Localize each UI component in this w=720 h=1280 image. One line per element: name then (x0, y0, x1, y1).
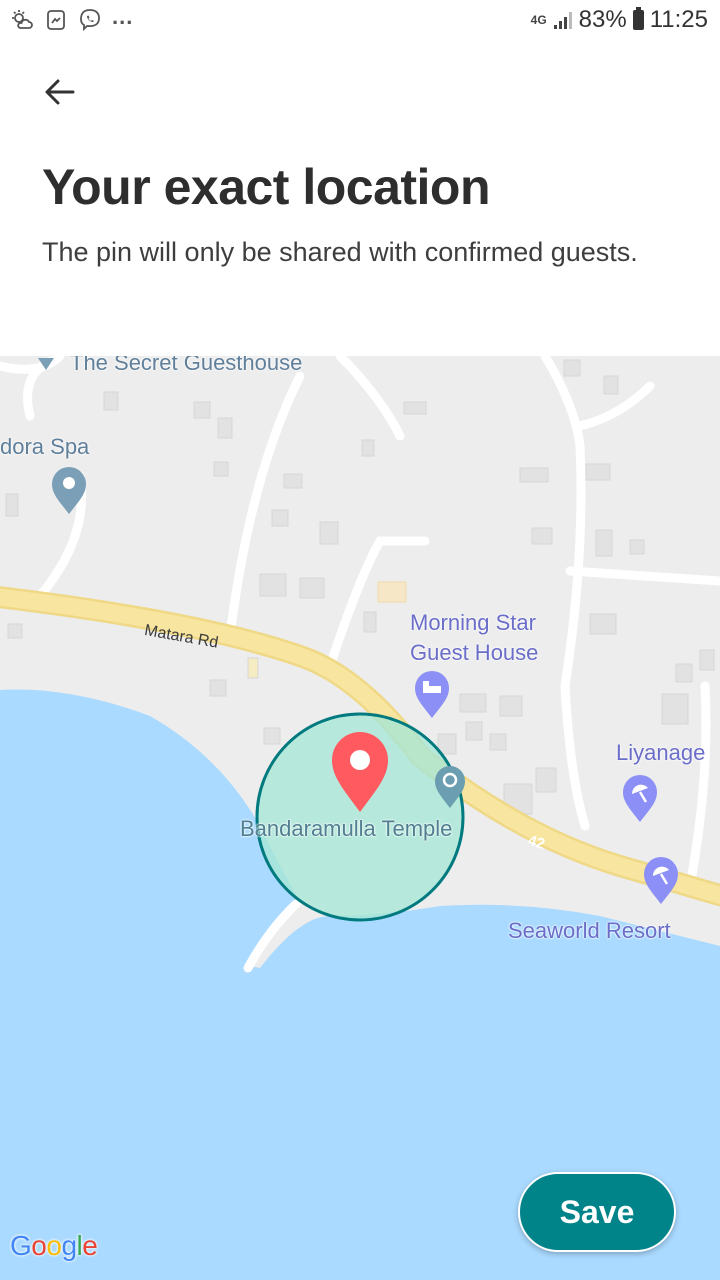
map-label-secret-guesthouse[interactable]: The Secret Guesthouse (70, 356, 302, 376)
status-left-icons: ... (10, 4, 133, 32)
google-letter-o1: o (31, 1230, 47, 1261)
map-view[interactable]: The Secret Guesthouse dora Spa Matara Rd… (0, 356, 720, 1280)
page-subtitle: The pin will only be shared with confirm… (42, 237, 638, 267)
map-label-morning-star-1[interactable]: Morning Star (410, 610, 536, 636)
screenshot-icon (47, 10, 65, 30)
back-button[interactable] (30, 64, 90, 120)
map-label-morning-star-2[interactable]: Guest House (410, 640, 538, 666)
map-label-liyanage[interactable]: Liyanage (616, 740, 705, 766)
status-right-icons: 4G 83% 11:25 (531, 6, 708, 34)
more-notifications-indicator: ... (112, 4, 134, 29)
clock: 11:25 (649, 6, 708, 33)
map-label-bandaramulla-temple[interactable]: Bandaramulla Temple (240, 816, 452, 842)
arrow-left-icon (45, 79, 75, 105)
google-letter-g1: G (10, 1230, 32, 1261)
status-bar: ... 4G 83% 11:25 (0, 0, 720, 44)
battery-percent: 83% (578, 6, 627, 33)
signal-icon (553, 12, 572, 29)
google-letter-e: e (82, 1230, 98, 1261)
network-type-label: 4G (530, 13, 547, 27)
google-letter-o2: o (46, 1230, 62, 1261)
google-letter-g2: g (61, 1230, 77, 1261)
page-title: Your exact location (42, 159, 491, 215)
save-button[interactable]: Save (518, 1172, 676, 1252)
map-label-seaworld-resort[interactable]: Seaworld Resort (508, 918, 671, 944)
battery-icon (632, 7, 644, 30)
weather-icon (12, 10, 33, 29)
google-logo: Google (10, 1230, 98, 1262)
map-label-dora-spa[interactable]: dora Spa (0, 434, 89, 460)
viber-icon (80, 9, 100, 32)
